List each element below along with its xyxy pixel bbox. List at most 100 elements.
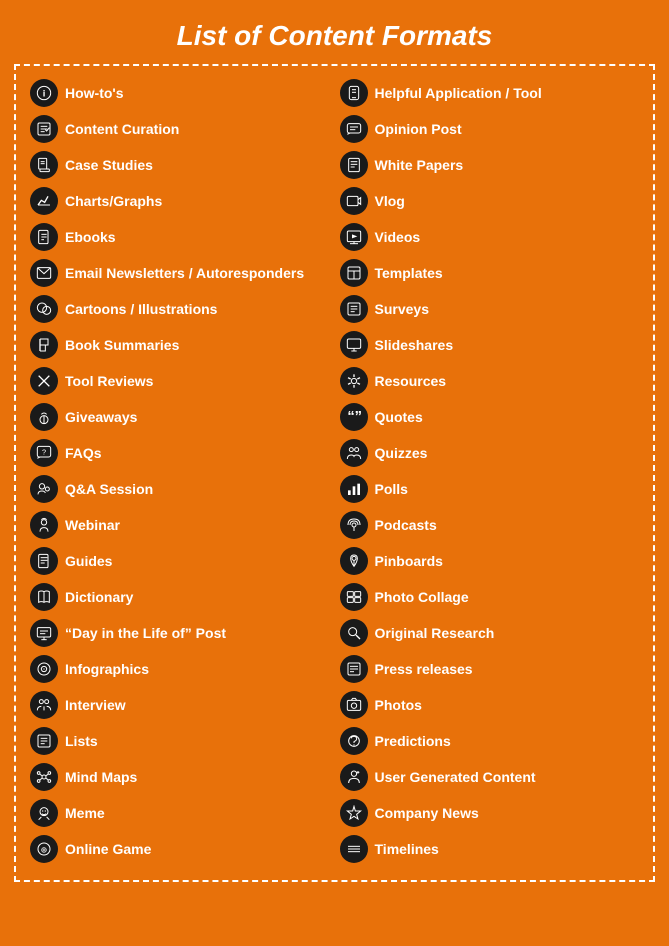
list-item: Photo Collage xyxy=(338,580,642,614)
dictionary-icon xyxy=(30,583,58,611)
list-item: White Papers xyxy=(338,148,642,182)
list-item: Dictionary xyxy=(28,580,332,614)
list-item: Templates xyxy=(338,256,642,290)
list-item: Tool Reviews xyxy=(28,364,332,398)
email-newsletters-icon xyxy=(30,259,58,287)
list-item: Interview xyxy=(28,688,332,722)
list-item: Guides xyxy=(28,544,332,578)
item-label: Templates xyxy=(375,265,443,281)
item-label: Podcasts xyxy=(375,517,437,533)
meme-icon xyxy=(30,799,58,827)
vlog-icon xyxy=(340,187,368,215)
list-item: Company News xyxy=(338,796,642,830)
item-label: Opinion Post xyxy=(375,121,462,137)
item-label: “Day in the Life of” Post xyxy=(65,625,226,641)
day-in-life-icon xyxy=(30,619,58,647)
item-label: Polls xyxy=(375,481,408,497)
guides-icon xyxy=(30,547,58,575)
item-label: White Papers xyxy=(375,157,464,173)
item-label: Predictions xyxy=(375,733,451,749)
online-game-icon: ⊕ xyxy=(30,835,58,863)
list-item: Book Summaries xyxy=(28,328,332,362)
right-column: Helpful Application / Tool Opinion Post Wh… xyxy=(338,76,642,866)
list-item: Content Curation xyxy=(28,112,332,146)
page-title: List of Content Formats xyxy=(177,10,493,64)
case-studies-icon xyxy=(30,151,58,179)
list-item: Polls xyxy=(338,472,642,506)
photos-icon xyxy=(340,691,368,719)
photo-collage-icon xyxy=(340,583,368,611)
list-item: Charts/Graphs xyxy=(28,184,332,218)
item-label: Photo Collage xyxy=(375,589,469,605)
list-item: ⊕ Online Game xyxy=(28,832,332,866)
list-item: Mind Maps xyxy=(28,760,332,794)
press-releases-icon xyxy=(340,655,368,683)
item-label: Webinar xyxy=(65,517,120,533)
item-label: Press releases xyxy=(375,661,473,677)
templates-icon xyxy=(340,259,368,287)
interview-icon xyxy=(30,691,58,719)
list-item: Press releases xyxy=(338,652,642,686)
pinboards-icon xyxy=(340,547,368,575)
item-label: Videos xyxy=(375,229,421,245)
list-item: ? FAQs xyxy=(28,436,332,470)
item-label: Case Studies xyxy=(65,157,153,173)
list-item: Quizzes xyxy=(338,436,642,470)
item-label: Book Summaries xyxy=(65,337,179,353)
list-item: Resources xyxy=(338,364,642,398)
item-label: Guides xyxy=(65,553,112,569)
item-label: Lists xyxy=(65,733,98,749)
company-news-icon xyxy=(340,799,368,827)
item-label: Interview xyxy=(65,697,126,713)
item-label: Photos xyxy=(375,697,422,713)
item-label: How-to's xyxy=(65,85,124,101)
timelines-icon xyxy=(340,835,368,863)
item-label: Q&A Session xyxy=(65,481,153,497)
mind-maps-icon xyxy=(30,763,58,791)
list-item: i How-to's xyxy=(28,76,332,110)
ebooks-icon xyxy=(30,223,58,251)
item-label: Surveys xyxy=(375,301,429,317)
list-item: Podcasts xyxy=(338,508,642,542)
faqs-icon: ? xyxy=(30,439,58,467)
item-label: Pinboards xyxy=(375,553,443,569)
item-label: Dictionary xyxy=(65,589,133,605)
howtos-icon: i xyxy=(30,79,58,107)
opinion-post-icon xyxy=(340,115,368,143)
two-column-layout: i How-to's Content Curation Case Studies Cha… xyxy=(28,76,641,866)
resources-icon xyxy=(340,367,368,395)
item-label: Online Game xyxy=(65,841,151,857)
list-item: Vlog xyxy=(338,184,642,218)
list-item: Giveaways xyxy=(28,400,332,434)
list-item: Helpful Application / Tool xyxy=(338,76,642,110)
svg-text:“”: “” xyxy=(347,409,362,425)
item-label: User Generated Content xyxy=(375,769,536,785)
item-label: FAQs xyxy=(65,445,102,461)
list-item: Timelines xyxy=(338,832,642,866)
list-item: Email Newsletters / Autoresponders xyxy=(28,256,332,290)
podcasts-icon xyxy=(340,511,368,539)
quizzes-icon xyxy=(340,439,368,467)
item-label: Vlog xyxy=(375,193,405,209)
list-item: “Day in the Life of” Post xyxy=(28,616,332,650)
item-label: Giveaways xyxy=(65,409,137,425)
videos-icon xyxy=(340,223,368,251)
list-item: Surveys xyxy=(338,292,642,326)
list-item: Pinboards xyxy=(338,544,642,578)
item-label: Resources xyxy=(375,373,447,389)
list-item: Predictions xyxy=(338,724,642,758)
list-item: Videos xyxy=(338,220,642,254)
qa-session-icon xyxy=(30,475,58,503)
list-item: Cartoons / Illustrations xyxy=(28,292,332,326)
item-label: Timelines xyxy=(375,841,439,857)
helpful-app-icon xyxy=(340,79,368,107)
list-item: “”Quotes xyxy=(338,400,642,434)
svg-text:⊕: ⊕ xyxy=(41,845,48,854)
list-item: Webinar xyxy=(28,508,332,542)
item-label: Original Research xyxy=(375,625,495,641)
svg-text:i: i xyxy=(43,88,46,98)
item-label: Quizzes xyxy=(375,445,428,461)
item-label: Helpful Application / Tool xyxy=(375,85,542,101)
list-item: Lists xyxy=(28,724,332,758)
left-column: i How-to's Content Curation Case Studies Cha… xyxy=(28,76,332,866)
